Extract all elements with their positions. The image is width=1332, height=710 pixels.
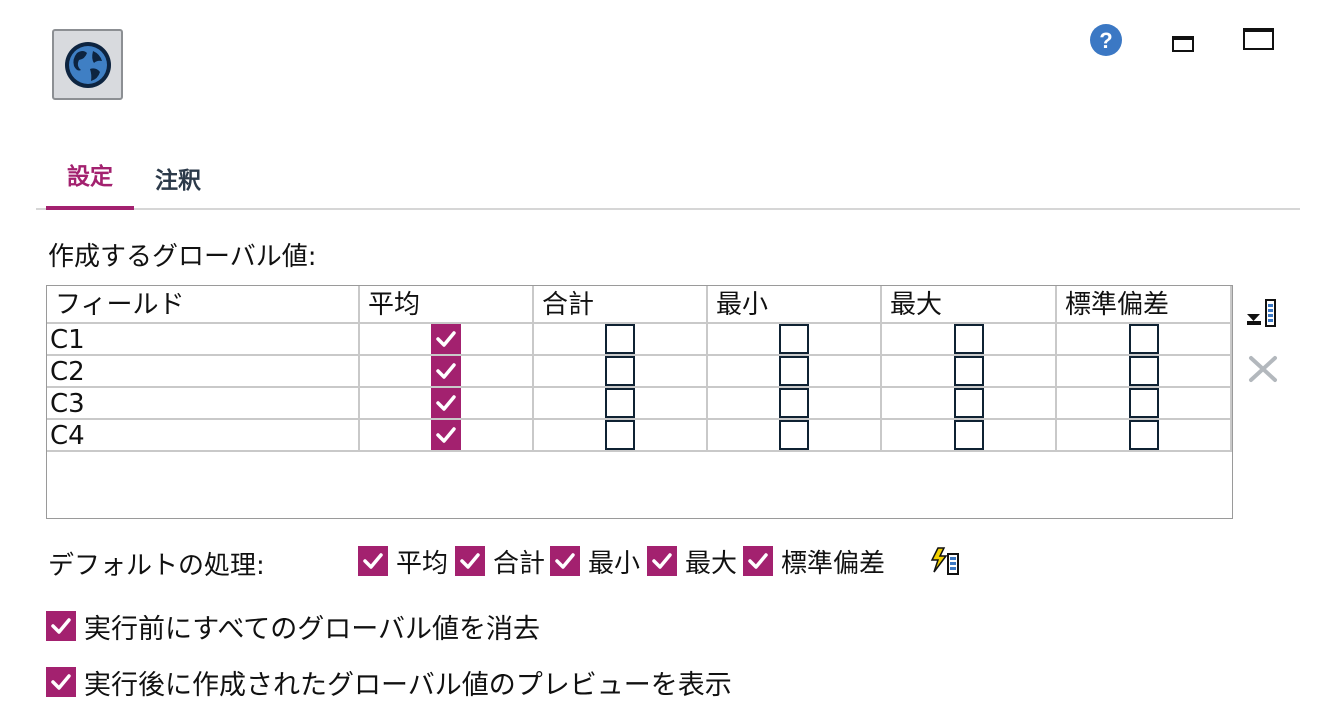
tab-annotations[interactable]: 注釈	[146, 150, 210, 210]
preview-after-run-option[interactable]: 実行後に作成されたグローバル値のプレビューを表示	[46, 666, 732, 701]
stddev-checkbox[interactable]	[1128, 356, 1159, 386]
min-cell	[708, 388, 882, 418]
column-header-mean: 平均	[360, 286, 534, 322]
min-checkbox[interactable]	[779, 356, 809, 386]
mean-cell	[360, 388, 534, 418]
max-checkbox[interactable]	[953, 324, 984, 354]
default-min-label: 最小	[588, 548, 641, 579]
sum-checkbox[interactable]	[605, 324, 635, 354]
table-row: C3	[47, 388, 1232, 420]
maximize-icon[interactable]	[1243, 28, 1274, 50]
max-cell	[882, 420, 1057, 450]
stddev-cell	[1057, 420, 1232, 450]
default-max-checkbox[interactable]	[647, 546, 677, 576]
min-checkbox[interactable]	[779, 388, 809, 418]
mean-cell	[360, 420, 534, 450]
preview-after-run-checkbox[interactable]	[46, 667, 76, 697]
stddev-cell	[1057, 356, 1232, 386]
sum-cell	[534, 356, 708, 386]
help-icon[interactable]: ?	[1088, 22, 1124, 58]
default-stddev-checkbox[interactable]	[743, 546, 773, 576]
default-sum-checkbox[interactable]	[455, 546, 485, 576]
sum-cell	[534, 324, 708, 354]
sum-checkbox[interactable]	[605, 420, 635, 450]
stddev-cell	[1057, 324, 1232, 354]
column-header-stddev: 標準偏差	[1057, 286, 1232, 322]
stddev-checkbox[interactable]	[1128, 388, 1159, 418]
sum-cell	[534, 420, 708, 450]
max-checkbox[interactable]	[953, 356, 984, 386]
default-sum-label: 合計	[493, 548, 546, 579]
field-cell: C1	[47, 324, 360, 355]
default-min-checkbox[interactable]	[550, 546, 580, 576]
table-row: C2	[47, 356, 1232, 388]
max-cell	[882, 356, 1057, 386]
default-max-option[interactable]: 最大	[647, 545, 738, 579]
clear-before-run-checkbox[interactable]	[46, 611, 76, 641]
tab-settings[interactable]: 設定	[46, 150, 134, 210]
svg-text:?: ?	[1099, 28, 1112, 53]
field-cell: C2	[47, 356, 360, 387]
min-cell	[708, 356, 882, 386]
default-stddev-option[interactable]: 標準偏差	[743, 545, 886, 579]
stddev-checkbox[interactable]	[1128, 324, 1159, 354]
default-mean-checkbox[interactable]	[358, 546, 388, 576]
sum-cell	[534, 388, 708, 418]
delete-icon[interactable]	[1247, 355, 1279, 383]
mean-checkbox[interactable]	[431, 388, 461, 418]
minimize-icon[interactable]	[1172, 36, 1194, 52]
default-max-label: 最大	[685, 548, 738, 579]
min-cell	[708, 324, 882, 354]
default-stddev-label: 標準偏差	[781, 548, 886, 579]
field-cell: C3	[47, 388, 360, 419]
max-checkbox[interactable]	[953, 388, 984, 418]
add-column-icon[interactable]	[1246, 298, 1280, 328]
global-values-table: フィールド 平均 合計 最小 最大 標準偏差 C1 C2 C3 C4	[46, 285, 1233, 519]
tab-bar: 設定 注釈	[36, 150, 1300, 210]
table-row: C1	[47, 324, 1232, 356]
sum-checkbox[interactable]	[605, 356, 635, 386]
column-header-field: フィールド	[47, 286, 360, 322]
max-cell	[882, 388, 1057, 418]
globe-icon	[52, 29, 123, 100]
mean-checkbox[interactable]	[431, 324, 461, 354]
max-checkbox[interactable]	[953, 420, 984, 450]
sum-checkbox[interactable]	[605, 388, 635, 418]
max-cell	[882, 324, 1057, 354]
table-row: C4	[47, 420, 1232, 452]
column-header-sum: 合計	[534, 286, 708, 322]
wand-icon[interactable]	[928, 546, 962, 576]
min-checkbox[interactable]	[779, 324, 809, 354]
clear-before-run-option[interactable]: 実行前にすべてのグローバル値を消去	[46, 610, 540, 645]
stddev-cell	[1057, 388, 1232, 418]
default-mean-option[interactable]: 平均	[358, 545, 449, 579]
mean-checkbox[interactable]	[431, 420, 461, 450]
default-processing-label: デフォルトの処理:	[48, 551, 265, 581]
column-header-max: 最大	[882, 286, 1057, 322]
stddev-checkbox[interactable]	[1128, 420, 1159, 450]
clear-before-run-label: 実行前にすべてのグローバル値を消去	[84, 613, 541, 645]
mean-checkbox[interactable]	[431, 356, 461, 386]
default-min-option[interactable]: 最小	[550, 545, 641, 579]
default-mean-label: 平均	[396, 548, 449, 579]
field-cell: C4	[47, 420, 360, 451]
min-checkbox[interactable]	[779, 420, 809, 450]
table-header: フィールド 平均 合計 最小 最大 標準偏差	[47, 286, 1232, 324]
mean-cell	[360, 324, 534, 354]
column-header-min: 最小	[708, 286, 882, 322]
min-cell	[708, 420, 882, 450]
global-values-label: 作成するグローバル値:	[48, 242, 317, 272]
mean-cell	[360, 356, 534, 386]
default-sum-option[interactable]: 合計	[455, 545, 546, 579]
preview-after-run-label: 実行後に作成されたグローバル値のプレビューを表示	[84, 669, 732, 701]
